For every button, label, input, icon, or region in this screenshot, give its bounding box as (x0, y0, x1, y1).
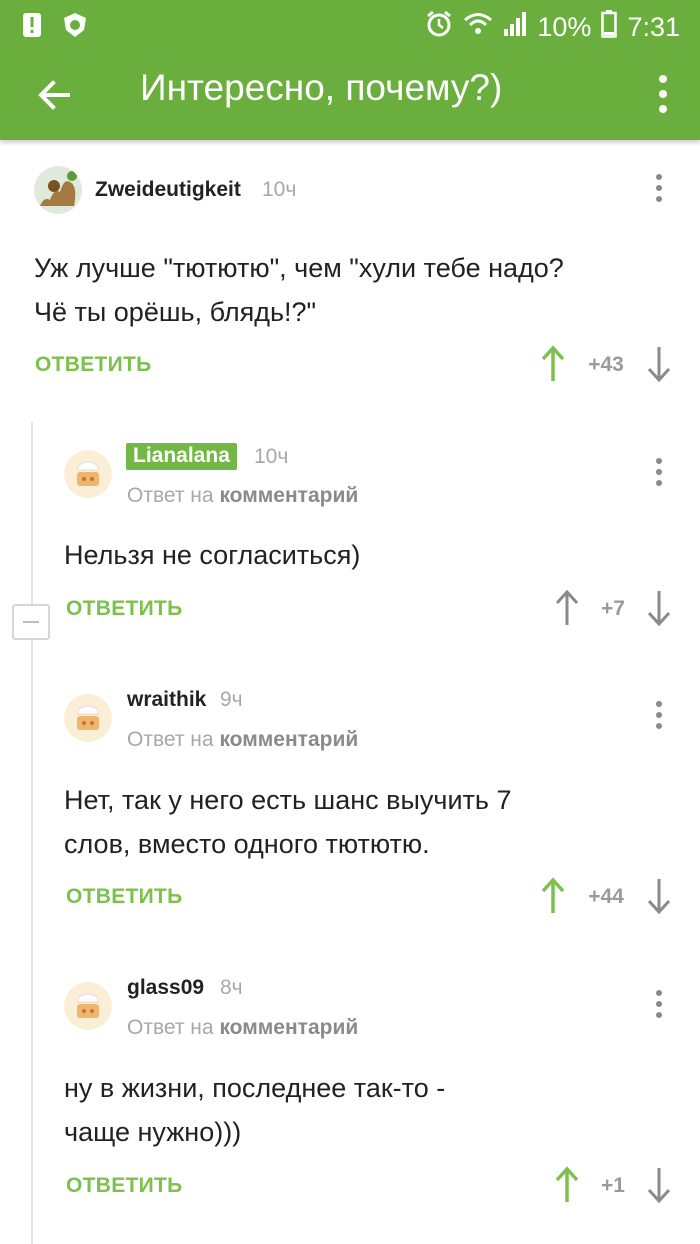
comment-text-line: Уж лучше "тютютю", чем "хули тебе надо? (34, 253, 564, 283)
comment-text-line: чаще нужно))) (64, 1117, 242, 1147)
comment-author[interactable]: Zweideutigkeit (95, 178, 241, 202)
vote-score: +43 (588, 353, 624, 376)
upvote-arrow-icon[interactable] (554, 589, 580, 627)
comment-author[interactable]: wraithik (127, 688, 206, 712)
avatar[interactable] (64, 982, 112, 1030)
collapse-thread-button[interactable] (12, 604, 50, 640)
reply-button[interactable]: ОТВЕТИТЬ (66, 1174, 183, 1198)
comment-text-line: Нельзя не согласиться) (64, 540, 361, 570)
comment-time: 10ч (254, 445, 289, 468)
comment-author[interactable]: glass09 (127, 976, 204, 1000)
reply-target-link[interactable]: комментарий (219, 484, 358, 507)
comment-text: Уж лучше "тютютю", чем "хули тебе надо? … (34, 246, 564, 334)
reply-button[interactable]: ОТВЕТИТЬ (35, 353, 152, 377)
comment-time: 10ч (262, 178, 297, 201)
comment-menu-icon[interactable] (649, 455, 669, 491)
comment-text-line: Нет, так у него есть шанс выучить 7 (64, 785, 512, 815)
downvote-arrow-icon[interactable] (646, 345, 672, 383)
avatar[interactable] (34, 166, 82, 214)
battery-icon (601, 10, 618, 45)
comment-text-line: Чё ты орёшь, блядь!?" (34, 297, 317, 327)
comment-text: ну в жизни, последнее так-то - чаще нужн… (64, 1066, 445, 1154)
reply-reference: Ответ на комментарий (127, 1016, 358, 1040)
reply-target-link[interactable]: комментарий (219, 728, 358, 751)
avatar[interactable] (64, 450, 112, 498)
comment-menu-icon[interactable] (649, 987, 669, 1023)
comment-menu-icon[interactable] (649, 698, 669, 734)
upvote-arrow-icon[interactable] (540, 877, 566, 915)
reply-target-link[interactable]: комментарий (219, 1016, 358, 1039)
vote-controls: +7 (554, 589, 680, 629)
comment-text: Нет, так у него есть шанс выучить 7 слов… (64, 778, 511, 866)
reply-button[interactable]: ОТВЕТИТЬ (66, 885, 183, 909)
comment-menu-icon[interactable] (649, 171, 669, 207)
downvote-arrow-icon[interactable] (646, 877, 672, 915)
app-notification-icon (62, 12, 88, 37)
avatar[interactable] (64, 694, 112, 742)
comment-author[interactable]: Lianalana (126, 443, 237, 470)
upvote-arrow-icon[interactable] (554, 1166, 580, 1204)
reply-prefix: Ответ на (127, 728, 214, 751)
signal-icon (503, 11, 527, 44)
comment-text-line: ну в жизни, последнее так-то - (64, 1073, 446, 1103)
back-arrow-icon[interactable] (30, 70, 80, 120)
vote-score: +1 (601, 1174, 625, 1197)
thread-line (31, 422, 33, 1244)
battery-percent: 10% (537, 12, 592, 42)
app-bar: Интересно, почему?) (0, 50, 700, 140)
reply-prefix: Ответ на (127, 484, 214, 507)
reply-reference: Ответ на комментарий (127, 484, 358, 508)
comment-text-line: слов, вместо одного тютютю. (64, 829, 430, 859)
downvote-arrow-icon[interactable] (646, 1166, 672, 1204)
overflow-menu-icon[interactable] (648, 68, 678, 122)
vote-controls: +43 (540, 345, 680, 385)
comment-time: 8ч (220, 976, 243, 999)
comment-time: 9ч (220, 688, 243, 711)
page-title: Интересно, почему?) (140, 67, 503, 108)
status-bar: 10% 7:31 (0, 0, 700, 50)
upvote-arrow-icon[interactable] (540, 345, 566, 383)
vote-controls: +1 (554, 1166, 680, 1206)
vote-score: +7 (601, 597, 625, 620)
reply-button[interactable]: ОТВЕТИТЬ (66, 597, 183, 621)
alert-notification-icon (22, 12, 42, 37)
wifi-icon (463, 11, 493, 44)
downvote-arrow-icon[interactable] (646, 589, 672, 627)
clock: 7:31 (627, 12, 680, 42)
vote-score: +44 (588, 885, 624, 908)
reply-reference: Ответ на комментарий (127, 728, 358, 752)
reply-prefix: Ответ на (127, 1016, 214, 1039)
comment-text: Нельзя не согласиться) (64, 533, 360, 577)
vote-controls: +44 (540, 877, 680, 917)
alarm-icon (425, 10, 453, 45)
